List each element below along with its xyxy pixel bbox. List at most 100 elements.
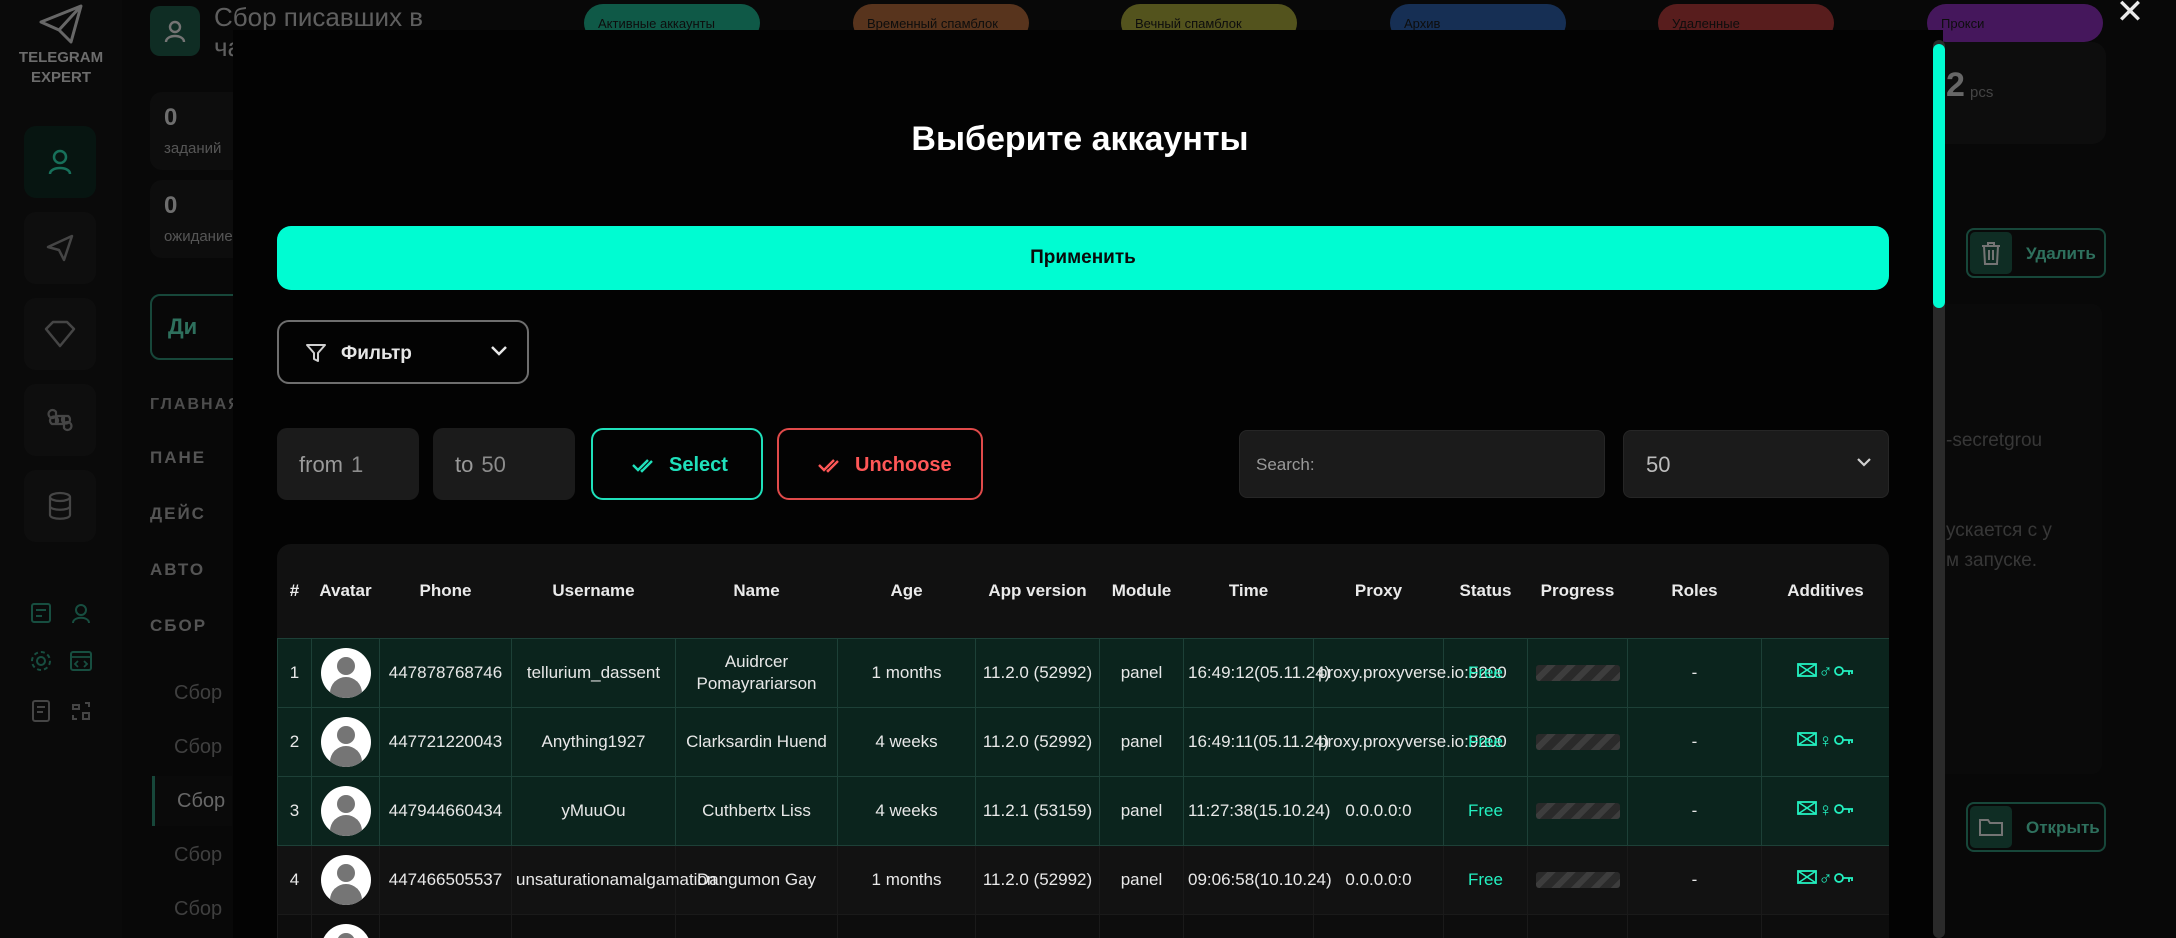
cell-time: 09:06:58(10.10.24) bbox=[1183, 844, 1332, 915]
unchoose-label: Unchoose bbox=[855, 454, 952, 476]
table-row[interactable]: 4 447466505537 unsaturationamalgamation Dan… bbox=[277, 844, 1889, 915]
cell-time: 09:07:02(10.1 bbox=[1183, 913, 1314, 938]
column-header[interactable]: Age bbox=[838, 544, 976, 638]
cell-roles: - bbox=[1627, 775, 1762, 846]
avatar bbox=[320, 785, 371, 836]
modal-title: Выберите аккаунты bbox=[911, 120, 1249, 158]
cell-progress bbox=[1527, 775, 1628, 846]
cell-avatar bbox=[311, 913, 380, 938]
cell-additives: ♀ bbox=[1761, 775, 1889, 846]
spam-mail-icon bbox=[1797, 869, 1818, 884]
cell-index: 4 bbox=[277, 844, 312, 915]
select-button[interactable]: Select bbox=[591, 428, 763, 500]
cell-proxy: proxy.proxyverse.io:9200 bbox=[1313, 637, 1507, 708]
filter-dropdown[interactable]: Фильтр bbox=[277, 320, 529, 384]
cell-age: 4 weeks bbox=[837, 775, 976, 846]
spam-mail-icon bbox=[1797, 800, 1818, 815]
column-header[interactable]: # bbox=[278, 544, 312, 638]
cell-additives: ♀ bbox=[1761, 706, 1889, 777]
column-header[interactable]: Name bbox=[676, 544, 838, 638]
column-header[interactable]: Avatar bbox=[312, 544, 380, 638]
select-accounts-modal: Выберите аккаунты Применить Фильтр from 1… bbox=[233, 30, 1943, 938]
modal-scrollbar-thumb[interactable] bbox=[1933, 44, 1945, 308]
avatar bbox=[320, 923, 371, 938]
unchoose-button[interactable]: Unchoose bbox=[777, 428, 983, 500]
cell-phone: 447878768746 bbox=[379, 637, 512, 708]
cell-index: 5 bbox=[277, 913, 312, 938]
cell-avatar bbox=[311, 844, 380, 915]
column-header[interactable]: Time bbox=[1184, 544, 1314, 638]
column-header[interactable]: Phone bbox=[380, 544, 512, 638]
search-input[interactable]: Search: bbox=[1239, 430, 1605, 498]
column-header[interactable]: Module bbox=[1100, 544, 1184, 638]
table-row[interactable]: 2 447721220043 Anything1927 Clarksardin Hue… bbox=[277, 706, 1889, 777]
key-icon bbox=[1833, 665, 1853, 676]
cell-progress bbox=[1527, 706, 1628, 777]
cell-app-version: 11.2.0 (52992) bbox=[975, 637, 1100, 708]
chevron-down-icon bbox=[491, 346, 507, 356]
table-row[interactable]: 1 447878768746 tellurium_dassent Auidrcer P… bbox=[277, 637, 1889, 708]
cell-phone: 44750862413 bbox=[379, 913, 512, 938]
gender-icon: ♂ bbox=[1818, 661, 1833, 683]
column-header[interactable]: Progress bbox=[1528, 544, 1628, 638]
range-to-value: 50 bbox=[481, 452, 506, 477]
cell-additives: ♂ bbox=[1761, 637, 1889, 708]
progress-bar bbox=[1535, 802, 1620, 819]
range-to-input[interactable]: to 50 bbox=[433, 428, 575, 500]
cell-username: Anything1927 bbox=[511, 706, 676, 777]
progress-bar bbox=[1535, 733, 1620, 750]
double-check-icon bbox=[632, 459, 653, 473]
table-row[interactable]: 3 447944660434 yMuuOu Cuthbertx Liss 4 weeks… bbox=[277, 775, 1889, 846]
cell-app-version: 11.2.0 (52992) bbox=[975, 844, 1100, 915]
column-header[interactable]: Additives bbox=[1762, 544, 1890, 638]
cell-age bbox=[837, 913, 976, 938]
progress-bar bbox=[1535, 871, 1620, 888]
accounts-table: # Avatar Phone Username Name Age App ver… bbox=[277, 544, 1889, 938]
column-header[interactable]: Username bbox=[512, 544, 676, 638]
key-icon bbox=[1833, 734, 1853, 745]
chevron-down-icon bbox=[1857, 458, 1871, 467]
cell-app-version bbox=[975, 913, 1100, 938]
cell-roles: - bbox=[1627, 637, 1762, 708]
page-size-select[interactable]: 50 bbox=[1623, 430, 1889, 498]
cell-name: Dangumon Gay bbox=[675, 844, 838, 915]
cell-index: 2 bbox=[277, 706, 312, 777]
cell-username: unsaturationamalgamation bbox=[511, 844, 716, 915]
column-header[interactable]: Status bbox=[1444, 544, 1528, 638]
cell-avatar bbox=[311, 637, 380, 708]
column-header[interactable]: Roles bbox=[1628, 544, 1762, 638]
cell-roles: - bbox=[1627, 706, 1762, 777]
cell-time: 16:49:11(05.11.24) bbox=[1183, 706, 1329, 777]
cell-proxy: 0.0.0.0:0 bbox=[1313, 844, 1444, 915]
cell-age: 1 months bbox=[837, 844, 976, 915]
page-size-value: 50 bbox=[1646, 452, 1671, 477]
cell-status: Free bbox=[1443, 844, 1528, 915]
cell-index: 1 bbox=[277, 637, 312, 708]
cell-time: 11:27:38(15.10.24) bbox=[1183, 775, 1330, 846]
gender-icon: ♀ bbox=[1818, 730, 1833, 752]
key-icon bbox=[1833, 872, 1853, 883]
cell-avatar bbox=[311, 706, 380, 777]
apply-button[interactable]: Применить bbox=[277, 226, 1889, 290]
range-from-input[interactable]: from 1 bbox=[277, 428, 419, 500]
cell-module: panel bbox=[1099, 775, 1184, 846]
cell-additives: ♂ bbox=[1761, 844, 1889, 915]
close-modal-button[interactable]: ✕ bbox=[2110, 0, 2150, 30]
table-row[interactable]: 5 44750862413Bromhydric_Chia 09:07:02(10.1… bbox=[277, 913, 1889, 938]
cell-name: Auidrcer Pomayrariarson bbox=[675, 637, 838, 708]
cell-roles: - bbox=[1627, 844, 1762, 915]
spam-mail-icon bbox=[1797, 731, 1818, 746]
cell-username: Bromhydric_Chia bbox=[511, 913, 676, 938]
avatar bbox=[320, 854, 371, 905]
cell-username: tellurium_dassent bbox=[511, 637, 676, 708]
cell-module: panel bbox=[1099, 637, 1184, 708]
column-header[interactable]: App version bbox=[976, 544, 1100, 638]
filter-icon bbox=[306, 344, 326, 362]
cell-phone: 447721220043 bbox=[379, 706, 512, 777]
range-from-label: from bbox=[299, 452, 343, 477]
column-header[interactable]: Proxy bbox=[1314, 544, 1444, 638]
gender-icon: ♂ bbox=[1818, 868, 1833, 890]
cell-status bbox=[1443, 913, 1528, 938]
cell-time: 16:49:12(05.11.24) bbox=[1183, 637, 1330, 708]
cell-proxy: proxy.proxyverse.io:9200 bbox=[1313, 706, 1507, 777]
